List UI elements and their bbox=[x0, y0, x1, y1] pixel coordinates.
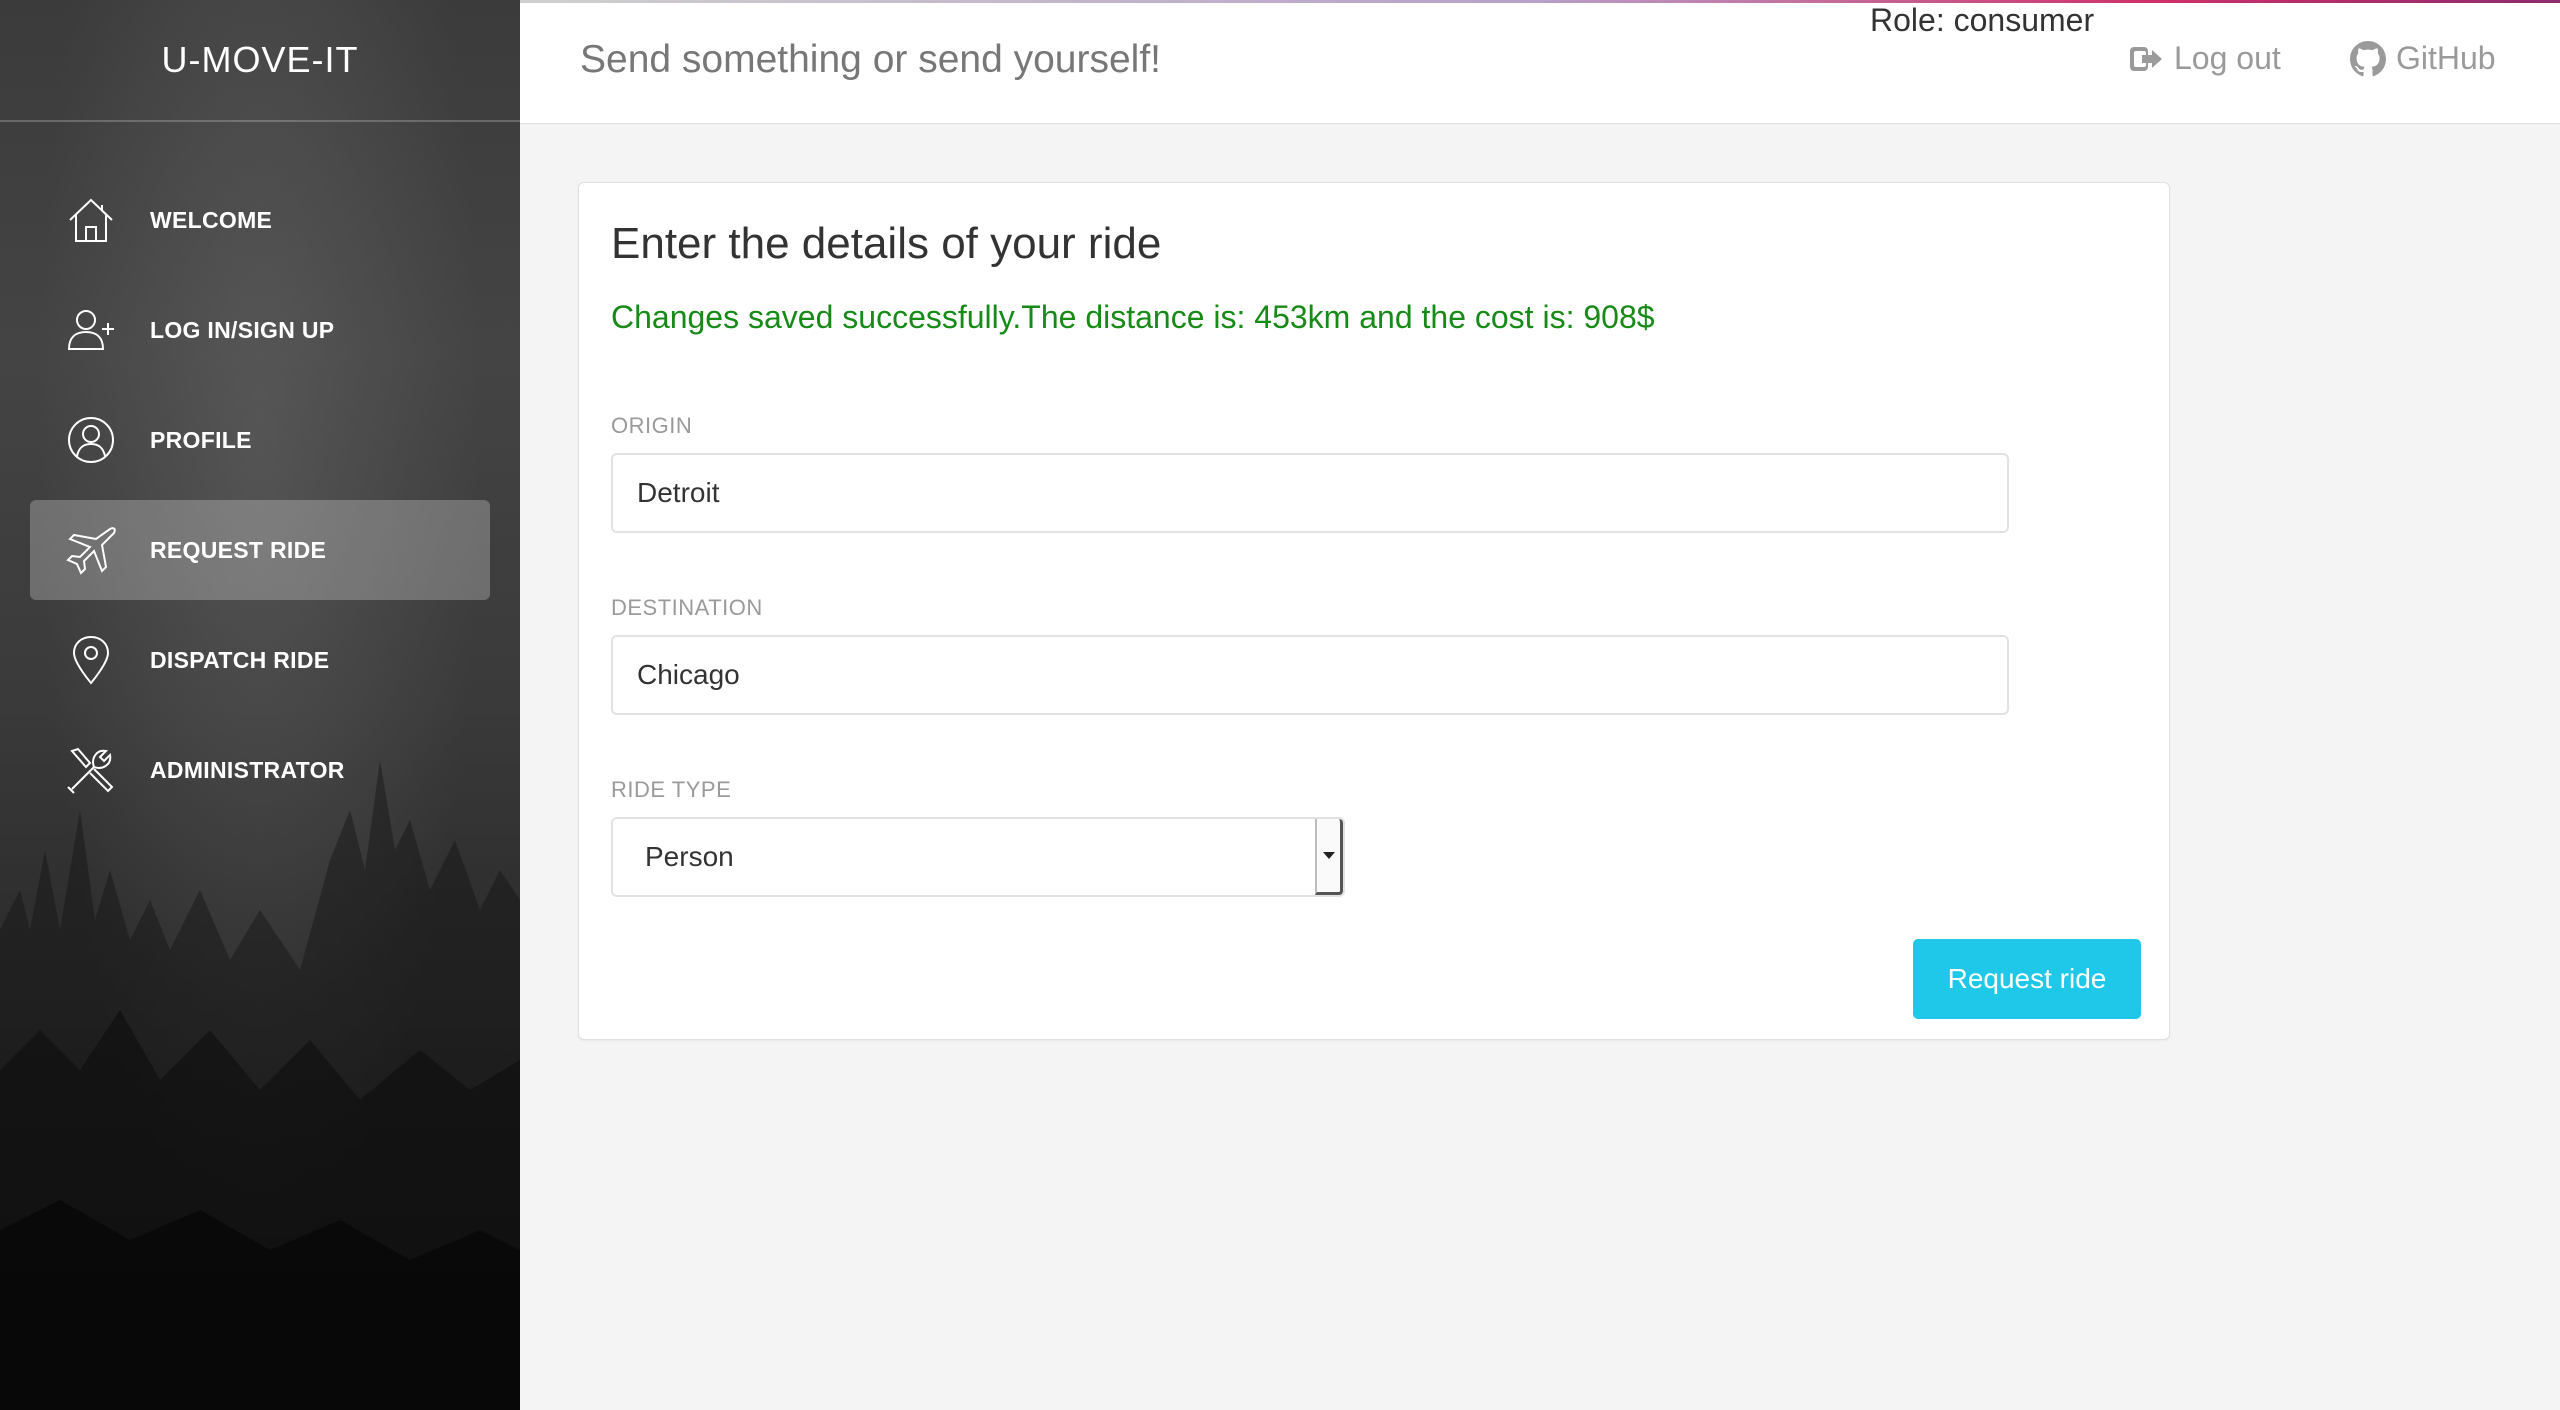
sidebar-item-label: ADMINISTRATOR bbox=[150, 756, 345, 783]
top-bar: Send something or send yourself! Role: c… bbox=[520, 0, 2560, 124]
origin-label: ORIGIN bbox=[611, 413, 693, 438]
sidebar-item-label: WELCOME bbox=[150, 206, 273, 233]
sidebar-item-login-signup[interactable]: LOG IN/SIGN UP bbox=[30, 280, 490, 380]
destination-label: DESTINATION bbox=[611, 595, 763, 620]
logout-button[interactable]: Log out bbox=[2128, 40, 2281, 77]
map-pin-icon bbox=[64, 633, 118, 687]
sidebar-item-welcome[interactable]: WELCOME bbox=[30, 170, 490, 270]
destination-input[interactable] bbox=[611, 635, 2009, 715]
role-indicator: Role: consumer bbox=[1870, 2, 2095, 38]
app-root: U-MOVE-IT WELCOME LOG IN/SIGN UP PROFILE bbox=[0, 0, 2560, 1410]
logout-label: Log out bbox=[2174, 40, 2281, 76]
sidebar-item-label: DISPATCH RIDE bbox=[150, 646, 330, 673]
form-title: Enter the details of your ride bbox=[611, 219, 1162, 268]
ride-type-value: Person bbox=[645, 841, 734, 872]
sidebar-nav: WELCOME LOG IN/SIGN UP PROFILE REQUEST R… bbox=[0, 122, 520, 820]
ride-type-select[interactable]: Person bbox=[611, 817, 1345, 897]
sidebar-item-profile[interactable]: PROFILE bbox=[30, 390, 490, 490]
top-accent-line bbox=[520, 0, 2560, 3]
sidebar-item-request-ride[interactable]: REQUEST RIDE bbox=[30, 500, 490, 600]
dropdown-arrow-icon[interactable] bbox=[1315, 819, 1343, 895]
sidebar-item-label: LOG IN/SIGN UP bbox=[150, 316, 335, 343]
github-label: GitHub bbox=[2396, 40, 2496, 76]
sidebar-item-label: REQUEST RIDE bbox=[150, 536, 327, 563]
sidebar-item-administrator[interactable]: ADMINISTRATOR bbox=[30, 720, 490, 820]
success-message: Changes saved successfully.The distance … bbox=[611, 299, 1655, 335]
sidebar: U-MOVE-IT WELCOME LOG IN/SIGN UP PROFILE bbox=[0, 0, 520, 1410]
airplane-icon bbox=[64, 523, 118, 577]
ride-type-label: RIDE TYPE bbox=[611, 777, 732, 802]
add-user-icon bbox=[64, 303, 118, 357]
sidebar-item-dispatch-ride[interactable]: DISPATCH RIDE bbox=[30, 610, 490, 710]
request-ride-button[interactable]: Request ride bbox=[1913, 939, 2141, 1019]
github-link[interactable]: GitHub bbox=[2350, 40, 2496, 77]
brand-logo[interactable]: U-MOVE-IT bbox=[0, 0, 520, 122]
page-title: Send something or send yourself! bbox=[580, 38, 1162, 81]
user-circle-icon bbox=[64, 413, 118, 467]
home-icon bbox=[64, 193, 118, 247]
origin-input[interactable] bbox=[611, 453, 2009, 533]
sidebar-item-label: PROFILE bbox=[150, 426, 252, 453]
logout-icon bbox=[2130, 46, 2162, 71]
tools-icon bbox=[64, 743, 118, 797]
ride-form-card: Enter the details of your ride Changes s… bbox=[578, 182, 2170, 1040]
github-icon bbox=[2350, 40, 2386, 76]
